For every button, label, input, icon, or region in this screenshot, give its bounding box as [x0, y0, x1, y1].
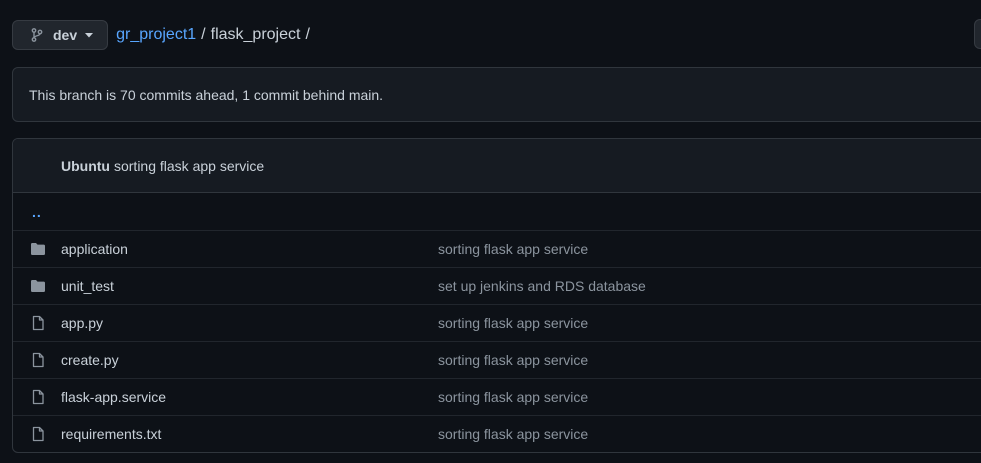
file-row[interactable]: app.py sorting flask app service [13, 304, 981, 341]
file-row[interactable]: application sorting flask app service [13, 230, 981, 267]
commit-author[interactable]: Ubuntu [61, 158, 110, 174]
branch-status-text: This branch is 70 commits ahead, 1 commi… [29, 86, 384, 103]
file-name[interactable]: create.py [61, 352, 119, 368]
file-name[interactable]: unit_test [61, 278, 114, 294]
file-row[interactable]: flask-app.service sorting flask app serv… [13, 378, 981, 415]
file-commit-message[interactable]: sorting flask app service [438, 241, 588, 257]
file-icon [13, 389, 61, 405]
branch-status-notice: This branch is 70 commits ahead, 1 commi… [12, 67, 981, 122]
file-browser: Ubuntu sorting flask app service .. appl… [12, 138, 981, 453]
parent-directory-link[interactable]: .. [32, 204, 42, 220]
file-commit-message[interactable]: sorting flask app service [438, 426, 588, 442]
breadcrumb: gr_project1 / flask_project / [116, 26, 315, 44]
breadcrumb-repo-link[interactable]: gr_project1 [116, 26, 196, 44]
breadcrumb-trailing-separator: / [305, 26, 310, 43]
file-row[interactable]: unit_test set up jenkins and RDS databas… [13, 267, 981, 304]
git-branch-icon [29, 27, 45, 43]
branch-selector-button[interactable]: dev [12, 20, 109, 50]
chevron-down-icon [85, 32, 94, 38]
breadcrumb-separator: / [201, 26, 206, 43]
latest-commit-header: Ubuntu sorting flask app service [13, 139, 981, 193]
file-icon [13, 426, 61, 442]
file-icon [13, 315, 61, 331]
folder-icon [13, 241, 61, 257]
file-name[interactable]: application [61, 241, 128, 257]
folder-icon [13, 278, 61, 294]
file-icon [13, 352, 61, 368]
file-commit-message[interactable]: sorting flask app service [438, 315, 588, 331]
commit-message[interactable]: sorting flask app service [114, 158, 264, 174]
breadcrumb-current-folder: flask_project [210, 26, 301, 43]
branch-name: dev [53, 27, 78, 43]
file-commit-message[interactable]: sorting flask app service [438, 352, 588, 368]
file-name[interactable]: app.py [61, 315, 103, 331]
parent-directory-row[interactable]: .. [13, 193, 981, 230]
file-row[interactable]: requirements.txt sorting flask app servi… [13, 415, 981, 452]
top-bar: dev gr_project1 / flask_project / [12, 19, 315, 51]
file-name[interactable]: requirements.txt [61, 426, 161, 442]
file-commit-message[interactable]: set up jenkins and RDS database [438, 278, 646, 294]
file-row[interactable]: create.py sorting flask app service [13, 341, 981, 378]
file-commit-message[interactable]: sorting flask app service [438, 389, 588, 405]
file-name[interactable]: flask-app.service [61, 389, 166, 405]
go-to-file-button[interactable] [974, 19, 981, 49]
